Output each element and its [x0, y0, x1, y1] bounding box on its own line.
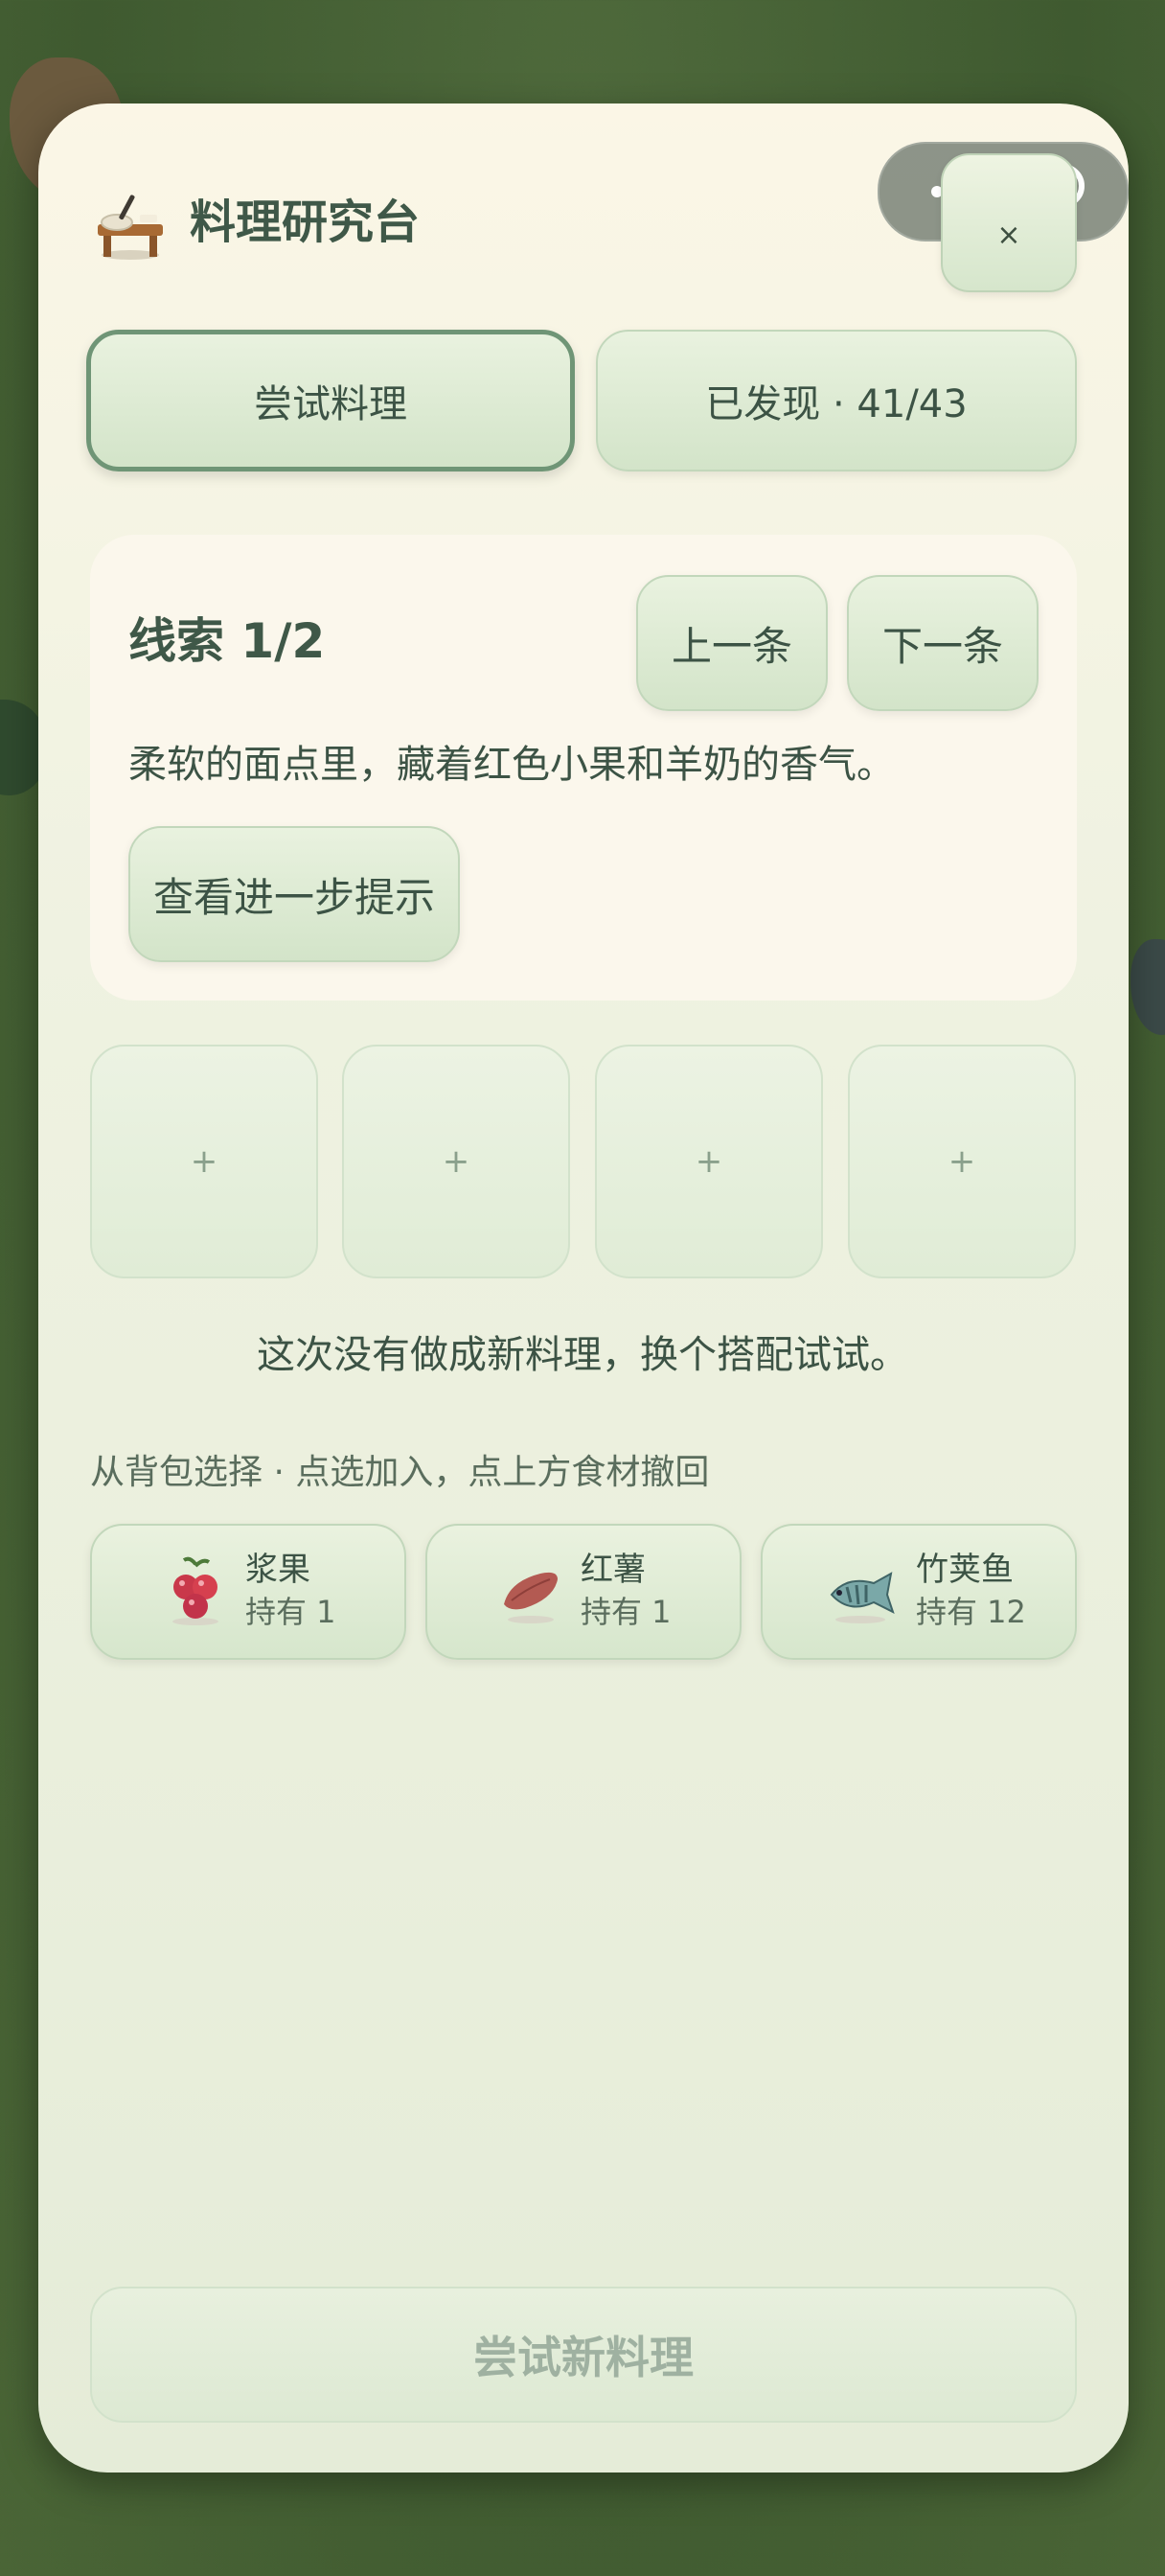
item-name: 浆果: [245, 1551, 310, 1589]
view-hint-button[interactable]: 查看进一步提示: [128, 826, 460, 962]
close-button[interactable]: ×: [941, 153, 1077, 292]
ingredient-slot[interactable]: +: [342, 1045, 570, 1278]
prev-clue-button[interactable]: 上一条: [636, 575, 828, 711]
item-count: 持有 1: [581, 1594, 672, 1630]
inventory-label: 从背包选择 · 点选加入，点上方食材撤回: [90, 1453, 710, 1492]
inventory-item-fish[interactable]: 竹荚鱼 持有 12: [761, 1524, 1077, 1660]
page-title: 料理研究台: [190, 196, 421, 249]
close-icon: ×: [996, 218, 1021, 252]
sweet-potato-icon: [504, 1572, 558, 1623]
try-new-dish-button[interactable]: 尝试新料理: [90, 2287, 1077, 2423]
item-name: 红薯: [581, 1551, 646, 1589]
item-count: 持有 12: [916, 1594, 1026, 1630]
inventory-item-berry[interactable]: 浆果 持有 1: [90, 1524, 406, 1660]
clue-title: 线索 1/2: [128, 613, 326, 669]
next-clue-button[interactable]: 下一条: [847, 575, 1039, 711]
item-count: 持有 1: [245, 1594, 336, 1630]
clue-card: 线索 1/2 上一条 下一条 柔软的面点里，藏着红色小果和羊奶的香气。 查看进一…: [90, 535, 1077, 1000]
ingredient-slot[interactable]: +: [595, 1045, 823, 1278]
clue-text: 柔软的面点里，藏着红色小果和羊奶的香气。: [128, 743, 895, 787]
ingredient-slot[interactable]: +: [90, 1045, 318, 1278]
result-message: 这次没有做成新料理，换个搭配试试。: [257, 1333, 908, 1377]
berry-icon: [172, 1556, 218, 1625]
item-name: 竹荚鱼: [916, 1551, 1014, 1589]
tab-discovered[interactable]: 已发现 · 41/43: [596, 330, 1077, 472]
tab-try-cooking[interactable]: 尝试料理: [86, 330, 575, 472]
ingredient-slot[interactable]: +: [848, 1045, 1076, 1278]
fish-icon: [830, 1572, 895, 1623]
background-rock: [1131, 939, 1165, 1035]
inventory-item-sweet-potato[interactable]: 红薯 持有 1: [425, 1524, 742, 1660]
cooking-table-icon: [98, 195, 163, 260]
